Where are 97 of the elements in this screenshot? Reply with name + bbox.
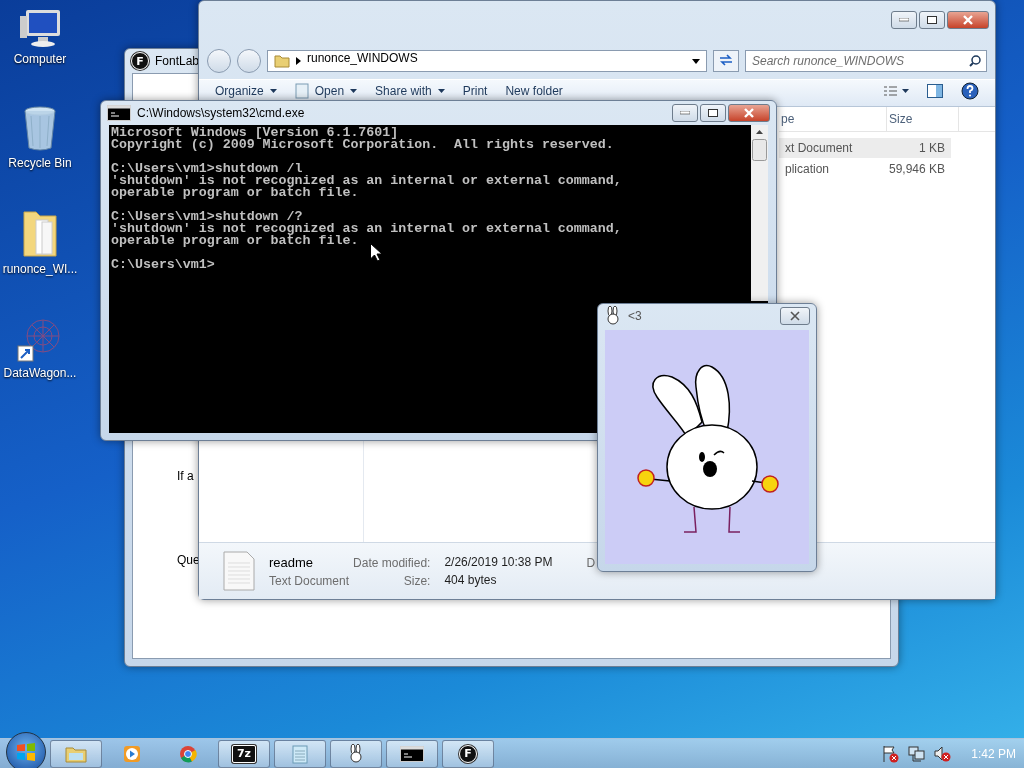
taskbar-button[interactable]: 7z bbox=[218, 739, 270, 768]
column-header[interactable]: Size bbox=[887, 107, 959, 131]
file-row[interactable]: xt Document 1 KB bbox=[779, 138, 951, 158]
field-label: Size: bbox=[402, 573, 431, 588]
back-button[interactable] bbox=[207, 49, 231, 73]
maximize-button[interactable] bbox=[919, 11, 945, 29]
field-label: D bbox=[586, 556, 596, 570]
refresh-button[interactable] bbox=[713, 50, 739, 72]
scroll-thumb[interactable] bbox=[752, 139, 767, 161]
console-line: 'shutdown' is not recognized as an internal or external command, bbox=[111, 223, 623, 235]
scrollbar[interactable] bbox=[751, 125, 768, 301]
file-row[interactable]: plication 59,946 KB bbox=[779, 159, 951, 179]
start-button[interactable] bbox=[6, 731, 46, 768]
search-icon bbox=[969, 55, 981, 67]
mouse-pointer-icon bbox=[370, 243, 382, 262]
bunny-icon bbox=[604, 306, 622, 326]
preview-pane-icon bbox=[927, 84, 943, 98]
desktop-icon-label[interactable]: Computer bbox=[13, 52, 67, 66]
refresh-icon bbox=[719, 53, 733, 66]
table-cell-text: plication bbox=[784, 162, 831, 176]
close-icon bbox=[963, 15, 973, 25]
text-document-icon bbox=[223, 551, 255, 591]
minimize-icon bbox=[680, 111, 690, 115]
column-header[interactable]: pe bbox=[779, 107, 887, 131]
table-cell-text: xt Document bbox=[784, 141, 854, 155]
minimize-icon bbox=[899, 18, 909, 22]
toolbar-button[interactable]: New folder bbox=[497, 83, 571, 99]
taskbar-button[interactable] bbox=[330, 739, 382, 768]
console-line: Microsoft Windows [Version 6.1.7601] bbox=[111, 127, 399, 139]
toolbar-button[interactable]: Print bbox=[454, 83, 496, 99]
window-title: FontLab bbox=[155, 54, 200, 68]
maximize-icon bbox=[927, 16, 937, 24]
desktop-icon-label[interactable]: DataWagon... bbox=[3, 366, 77, 380]
help-icon bbox=[961, 82, 979, 100]
close-button[interactable] bbox=[947, 11, 989, 29]
maximize-icon bbox=[708, 109, 718, 117]
console-line: C:\Users\vm1> bbox=[111, 259, 216, 271]
caret-icon bbox=[350, 89, 358, 93]
date-value: 2/26/2019 10:38 PM bbox=[444, 555, 553, 569]
path-text: runonce_WINDOWS bbox=[307, 51, 419, 65]
caret-icon bbox=[437, 89, 445, 93]
window-title: <3 bbox=[628, 309, 642, 323]
close-button[interactable] bbox=[780, 307, 810, 325]
close-icon bbox=[790, 311, 800, 321]
network-icon bbox=[907, 744, 926, 763]
bunny-icon bbox=[347, 743, 365, 764]
maximize-button[interactable] bbox=[700, 104, 726, 122]
windows-logo-icon bbox=[15, 740, 37, 763]
browser-icon bbox=[179, 744, 197, 763]
shortcut-icon bbox=[17, 316, 63, 362]
desktop-icon-label[interactable]: Recycle Bin bbox=[8, 156, 72, 170]
body-text: If a bbox=[177, 469, 194, 483]
console-line: operable program or batch file. bbox=[111, 187, 360, 199]
caret-icon bbox=[269, 89, 277, 93]
archive-icon: 7z bbox=[232, 744, 256, 763]
folder-icon bbox=[22, 210, 58, 258]
console-line: Copyright (c) 2009 Microsoft Corporation. All rights reserved. bbox=[111, 139, 615, 151]
fontlab-icon: F bbox=[131, 52, 149, 70]
table-cell-text: 59,946 KB bbox=[887, 162, 946, 176]
command-prompt-icon bbox=[400, 745, 424, 762]
notepad-icon bbox=[294, 83, 309, 99]
desktop-icon-label[interactable]: runonce_WI... bbox=[2, 262, 78, 276]
size-value: 404 bytes bbox=[444, 573, 498, 587]
table-cell-text: 1 KB bbox=[918, 141, 946, 155]
console-line: C:\Users\vm1>shutdown /l bbox=[111, 163, 303, 175]
toolbar-button[interactable]: Share with bbox=[367, 83, 453, 99]
command-prompt-icon bbox=[107, 105, 131, 121]
field-label: Date modified: bbox=[353, 555, 431, 570]
window-title: C:\Windows\system32\cmd.exe bbox=[137, 106, 305, 120]
forward-button[interactable] bbox=[237, 49, 261, 73]
console-line: operable program or batch file. bbox=[111, 235, 360, 247]
minimize-button[interactable] bbox=[891, 11, 917, 29]
folder-icon bbox=[274, 54, 290, 68]
folder-icon bbox=[65, 744, 87, 763]
play-icon bbox=[123, 744, 141, 763]
file-type: Text Document bbox=[269, 573, 350, 588]
search-field[interactable]: Search runonce_WINDOWS bbox=[745, 50, 987, 72]
flag-error-icon bbox=[881, 744, 900, 763]
dropdown-caret-icon bbox=[692, 58, 700, 64]
toolbar-button[interactable]: Organize bbox=[207, 83, 285, 99]
speaker-muted-icon bbox=[933, 744, 952, 763]
fontlab-icon: F bbox=[459, 744, 477, 763]
file-name: readme bbox=[269, 554, 315, 570]
taskbar-button[interactable] bbox=[386, 739, 438, 768]
chevron-icon bbox=[296, 57, 301, 65]
console-line: 'shutdown' is not recognized as an internal or external command, bbox=[111, 175, 623, 187]
close-button[interactable] bbox=[728, 104, 770, 122]
minimize-button[interactable] bbox=[672, 104, 698, 122]
notepad-icon bbox=[292, 743, 308, 764]
console-line: C:\Users\vm1>shutdown /? bbox=[111, 211, 303, 223]
toolbar-button[interactable]: Open bbox=[286, 83, 366, 99]
address-bar[interactable]: runonce_WINDOWS bbox=[267, 50, 707, 72]
computer-icon bbox=[18, 8, 62, 48]
taskbar-button[interactable]: F bbox=[442, 739, 494, 768]
close-icon bbox=[744, 108, 754, 118]
recycle-bin-icon bbox=[22, 106, 58, 152]
list-view-icon bbox=[883, 85, 909, 97]
